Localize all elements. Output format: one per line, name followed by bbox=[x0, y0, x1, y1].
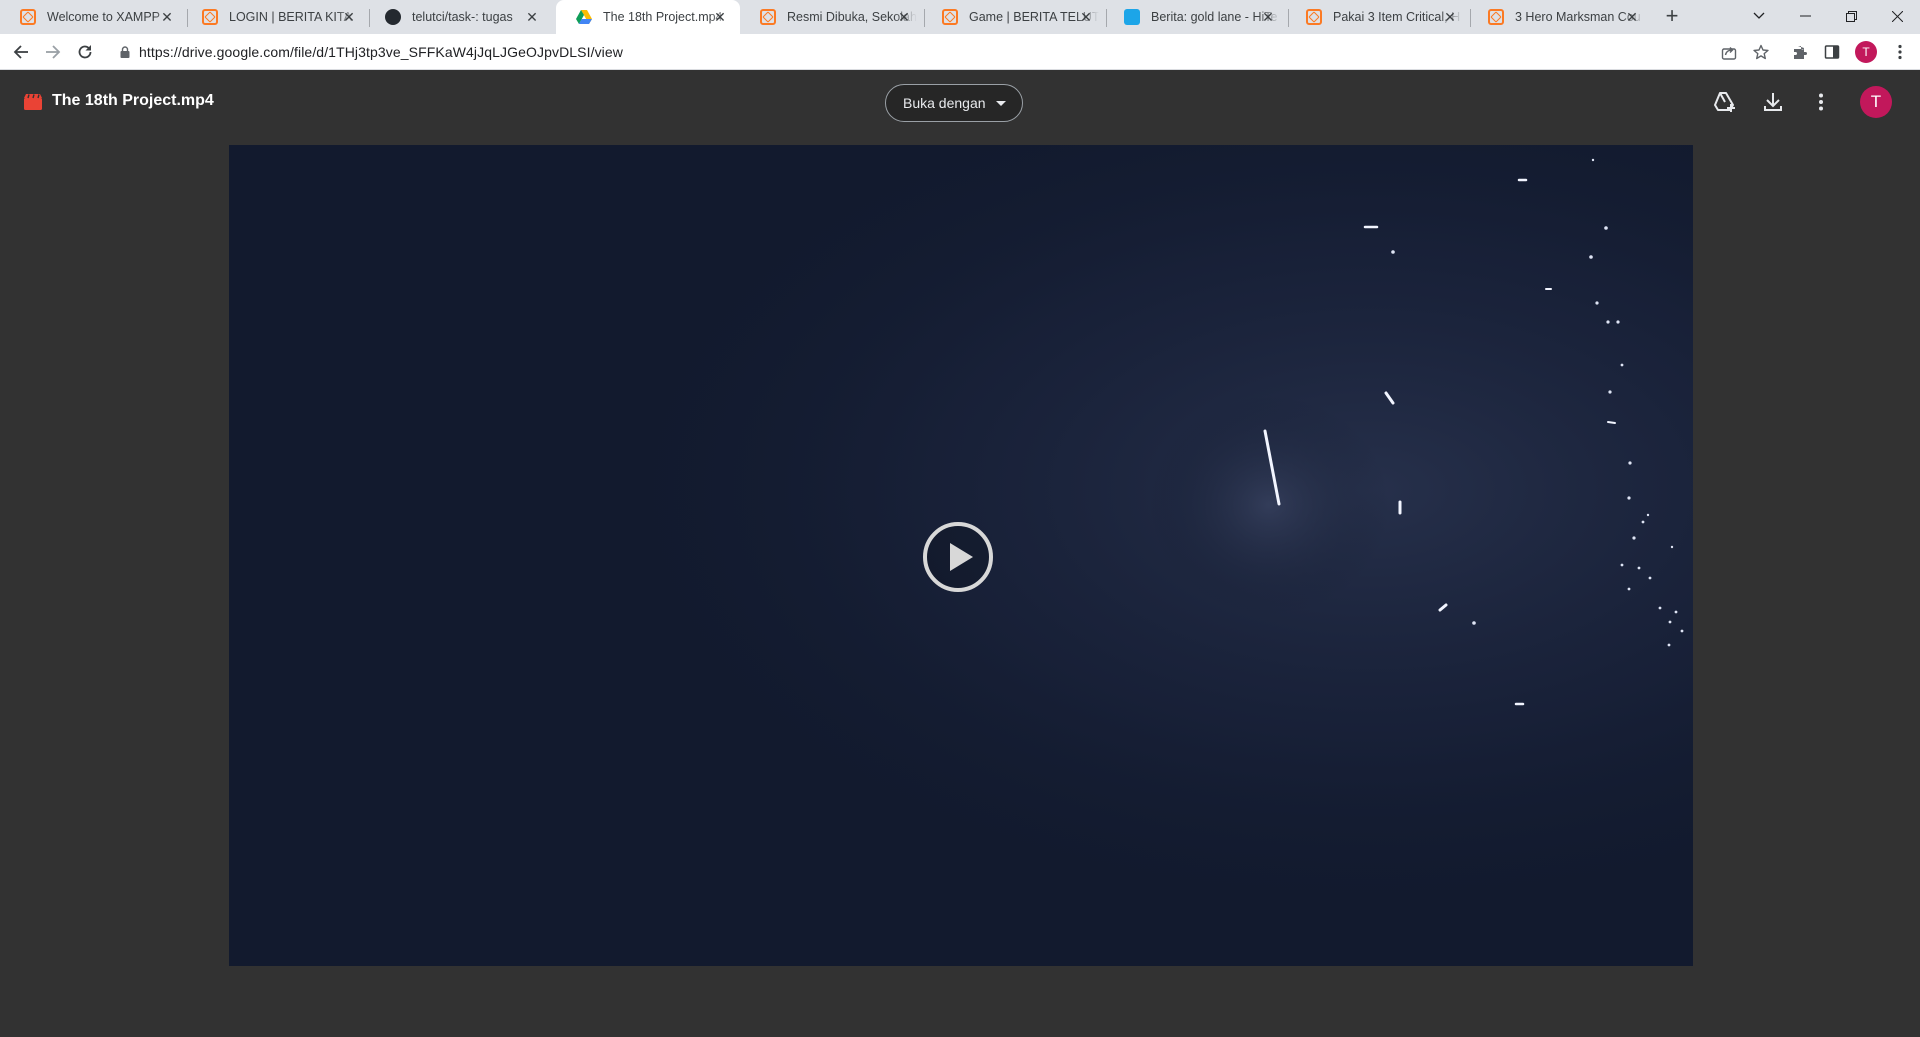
tab-search-icon[interactable] bbox=[1738, 0, 1780, 32]
reload-button[interactable] bbox=[73, 40, 97, 64]
play-icon[interactable] bbox=[922, 521, 994, 593]
tab-4-active[interactable]: The 18th Project.mp4 ✕ bbox=[556, 0, 740, 34]
tab-2[interactable]: LOGIN | BERITA KITA ✕ bbox=[182, 0, 370, 34]
tab-title: telutci/task-: tugas bbox=[412, 10, 513, 24]
tab-5[interactable]: Resmi Dibuka, Sekolah ✕ bbox=[740, 0, 925, 34]
github-icon bbox=[385, 9, 401, 25]
close-tab-icon[interactable]: ✕ bbox=[712, 9, 728, 25]
close-tab-icon[interactable]: ✕ bbox=[1442, 9, 1458, 25]
browser-toolbar: https://drive.google.com/file/d/1THj3tp3… bbox=[0, 34, 1920, 70]
address-bar[interactable]: https://drive.google.com/file/d/1THj3tp3… bbox=[112, 37, 1775, 66]
add-to-drive-icon[interactable] bbox=[1711, 88, 1739, 116]
restore-button[interactable] bbox=[1830, 0, 1872, 32]
hitekno-icon bbox=[1124, 9, 1140, 25]
xampp-icon bbox=[1488, 9, 1504, 25]
minimize-button[interactable] bbox=[1784, 0, 1826, 32]
close-tab-icon[interactable]: ✕ bbox=[1078, 9, 1094, 25]
tab-strip: Welcome to XAMPP ✕ LOGIN | BERITA KITA ✕… bbox=[0, 0, 1920, 34]
close-tab-icon[interactable]: ✕ bbox=[341, 9, 357, 25]
tab-8[interactable]: Pakai 3 Item Critical, H ✕ bbox=[1286, 0, 1471, 34]
tab-title: LOGIN | BERITA KITA bbox=[229, 10, 352, 24]
dropdown-caret-icon bbox=[996, 101, 1006, 106]
xampp-icon bbox=[20, 9, 36, 25]
lock-icon[interactable] bbox=[120, 45, 130, 63]
tab-3[interactable]: telutci/task-: tugas ✕ bbox=[365, 0, 552, 34]
video-player[interactable] bbox=[229, 145, 1693, 966]
more-options-icon[interactable] bbox=[1807, 88, 1835, 116]
side-panel-icon[interactable] bbox=[1820, 40, 1844, 64]
xampp-icon bbox=[942, 9, 958, 25]
close-tab-icon[interactable]: ✕ bbox=[159, 9, 175, 25]
close-tab-icon[interactable]: ✕ bbox=[524, 9, 540, 25]
new-tab-button[interactable]: + bbox=[1660, 5, 1684, 28]
account-avatar[interactable]: T bbox=[1860, 86, 1892, 118]
xampp-icon bbox=[202, 9, 218, 25]
open-with-label: Buka dengan bbox=[903, 95, 986, 111]
extensions-icon[interactable] bbox=[1788, 40, 1812, 64]
url-text[interactable]: https://drive.google.com/file/d/1THj3tp3… bbox=[139, 44, 623, 60]
browser-menu-icon[interactable] bbox=[1888, 40, 1912, 64]
tab-title: Welcome to XAMPP bbox=[47, 10, 161, 24]
tab-6[interactable]: Game | BERITA TELUTC ✕ bbox=[922, 0, 1107, 34]
back-button[interactable] bbox=[9, 40, 33, 64]
drive-viewer-header: The 18th Project.mp4 Buka dengan T bbox=[0, 70, 1920, 136]
close-tab-icon[interactable]: ✕ bbox=[1624, 9, 1640, 25]
profile-avatar[interactable]: T bbox=[1855, 41, 1877, 63]
file-title: The 18th Project.mp4 bbox=[52, 92, 214, 109]
close-tab-icon[interactable]: ✕ bbox=[1260, 9, 1276, 25]
close-window-button[interactable] bbox=[1876, 0, 1918, 32]
google-drive-icon bbox=[576, 9, 592, 25]
video-file-icon bbox=[24, 94, 42, 110]
tab-9[interactable]: 3 Hero Marksman Cou ✕ bbox=[1468, 0, 1652, 34]
tab-7[interactable]: Berita: gold lane - HiTe ✕ bbox=[1104, 0, 1289, 34]
play-button[interactable] bbox=[922, 521, 994, 593]
xampp-icon bbox=[760, 9, 776, 25]
share-icon[interactable] bbox=[1717, 40, 1741, 64]
close-tab-icon[interactable]: ✕ bbox=[896, 9, 912, 25]
tab-1[interactable]: Welcome to XAMPP ✕ bbox=[0, 0, 188, 34]
open-with-button[interactable]: Buka dengan bbox=[885, 84, 1023, 122]
xampp-icon bbox=[1306, 9, 1322, 25]
bookmark-star-icon[interactable] bbox=[1749, 40, 1773, 64]
download-icon[interactable] bbox=[1759, 88, 1787, 116]
forward-button[interactable] bbox=[41, 40, 65, 64]
